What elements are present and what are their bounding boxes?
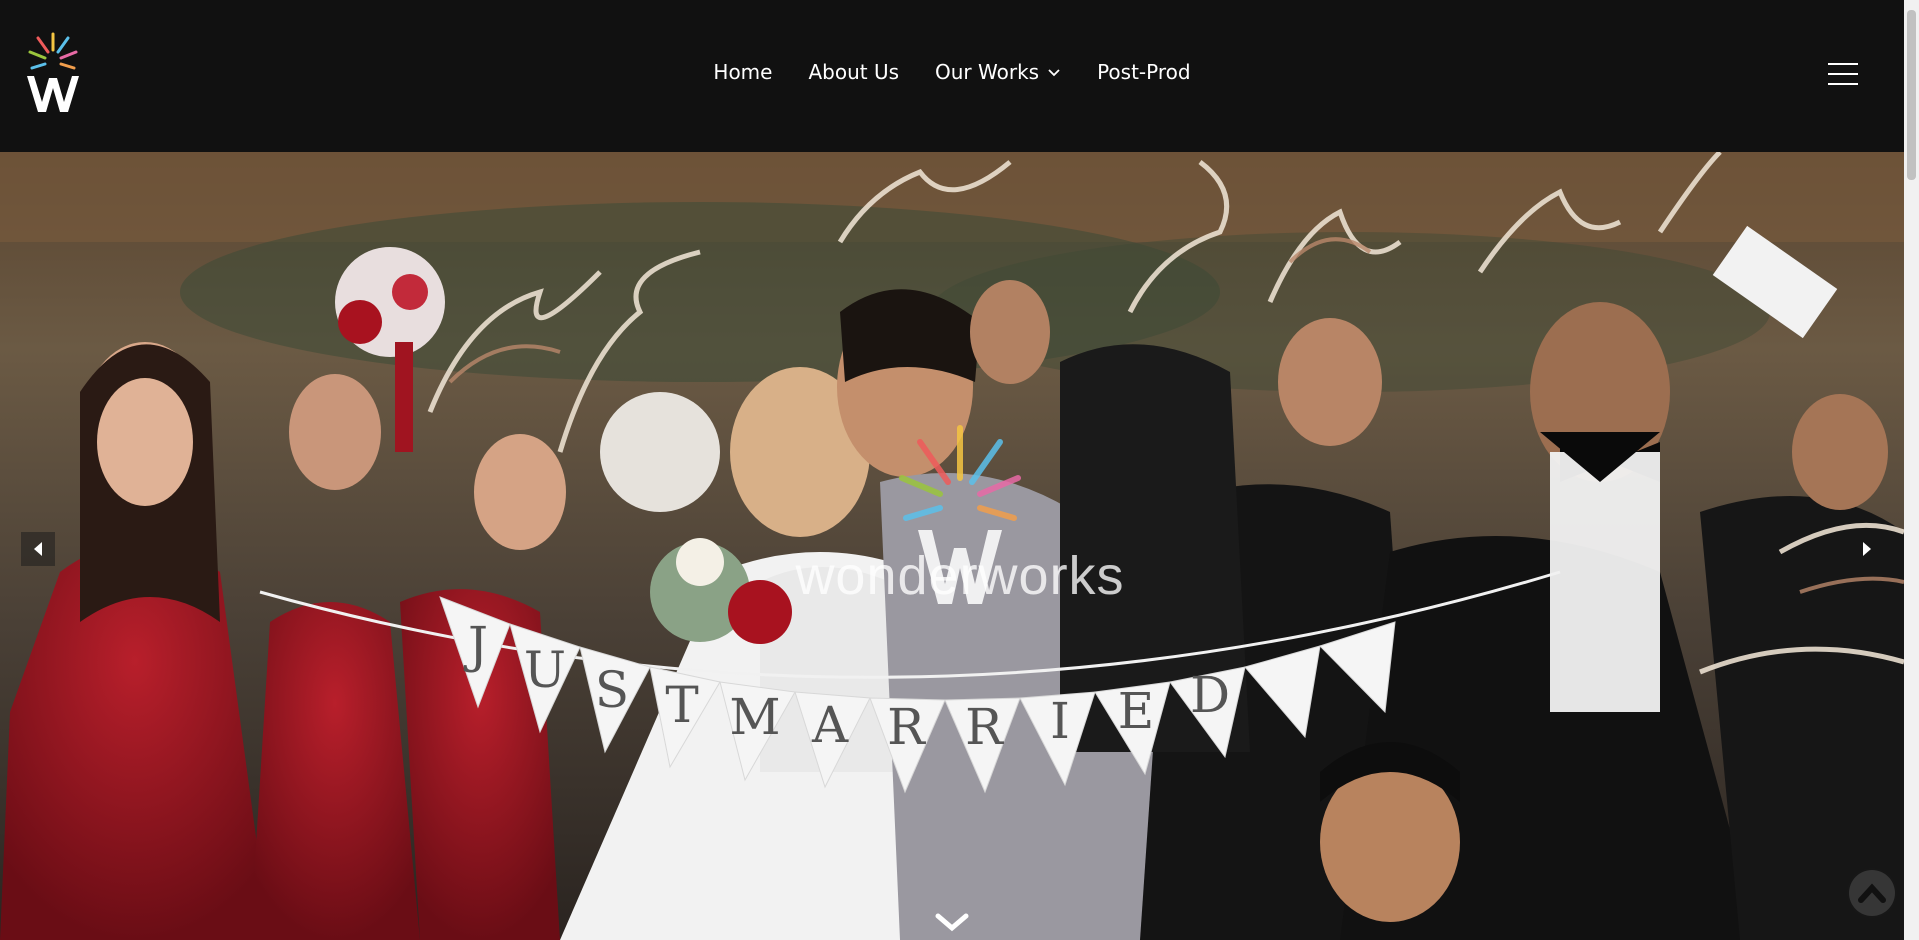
- nav-home[interactable]: Home: [695, 60, 790, 84]
- banner-letter: E: [1118, 682, 1155, 740]
- hamburger-icon[interactable]: [1828, 63, 1858, 87]
- page-scrollbar[interactable]: [1904, 0, 1919, 940]
- banner-letter: T: [665, 676, 698, 734]
- brand-name: wonderworks: [795, 546, 1125, 606]
- chevron-down-icon[interactable]: [934, 912, 970, 934]
- banner-letter: R: [965, 698, 1004, 756]
- banner-letter: S: [595, 661, 629, 719]
- nav-our-works[interactable]: Our Works: [917, 60, 1079, 84]
- nav-post-prod-label: Post-Prod: [1097, 60, 1191, 84]
- banner-letter: R: [887, 698, 926, 756]
- scrollbar-thumb[interactable]: [1907, 10, 1916, 180]
- chevron-down-icon: [1048, 69, 1060, 77]
- site-header: Home About Us Our Works Post-Prod: [0, 0, 1904, 152]
- banner-letter: M: [729, 688, 780, 746]
- nav-about-us-label: About Us: [808, 60, 900, 84]
- banner-letter: U: [524, 641, 566, 699]
- banner-letter: I: [1050, 692, 1070, 750]
- nav-our-works-label: Our Works: [935, 60, 1040, 84]
- hero-slider: JUSTMARRIED wonderworks: [0, 152, 1904, 940]
- triangle-left-icon[interactable]: [21, 532, 55, 566]
- nav-home-label: Home: [713, 60, 773, 84]
- main-nav: Home About Us Our Works Post-Prod: [0, 60, 1904, 84]
- nav-about-us[interactable]: About Us: [790, 60, 917, 84]
- banner-letter: A: [811, 696, 849, 754]
- triangle-right-icon[interactable]: [1850, 532, 1884, 566]
- nav-post-prod[interactable]: Post-Prod: [1079, 60, 1209, 84]
- chevron-up-icon[interactable]: [1847, 868, 1897, 918]
- banner-letter: D: [1190, 666, 1230, 724]
